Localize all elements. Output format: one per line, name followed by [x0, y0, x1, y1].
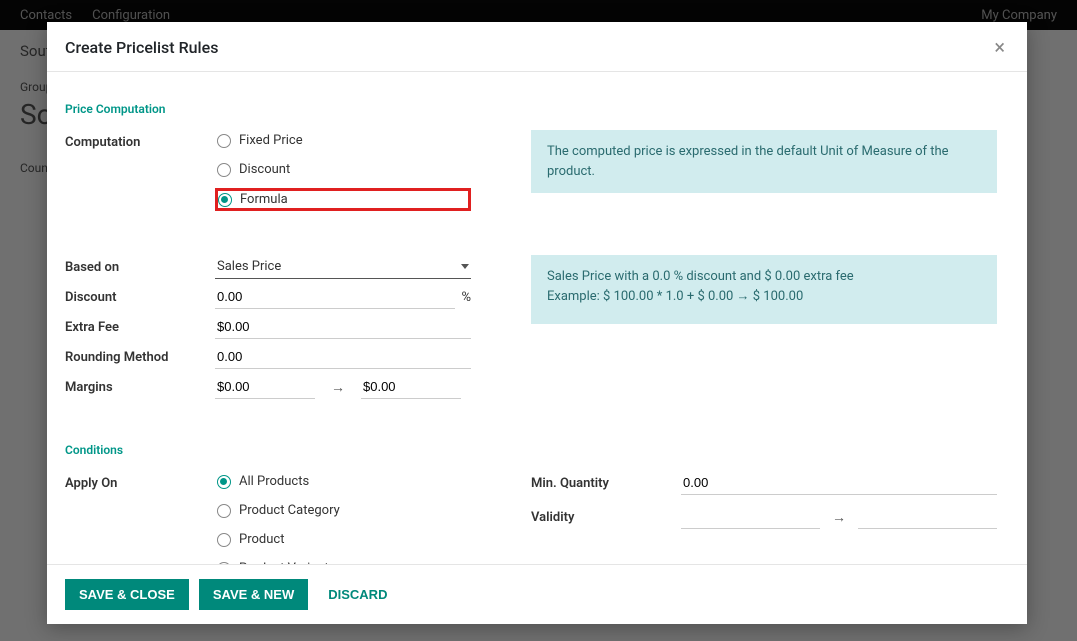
arrow-right-icon: →	[331, 379, 345, 396]
apply-on-radio-group: All Products Product Category Product	[215, 471, 471, 564]
modal-body: Price Computation Computation Fixed Pric…	[47, 72, 1027, 564]
arrow-right-icon: →	[832, 509, 846, 526]
modal-footer: SAVE & CLOSE SAVE & NEW DISCARD	[47, 564, 1027, 624]
close-icon[interactable]: ×	[990, 37, 1009, 57]
validity-end-input[interactable]	[858, 505, 997, 529]
computation-radio-group: Fixed Price Discount Formula	[215, 130, 471, 211]
based-on-value: Sales Price	[217, 259, 281, 274]
section-conditions: Conditions	[65, 443, 997, 457]
radio-formula[interactable]: Formula	[215, 188, 471, 211]
radio-product[interactable]: Product	[215, 529, 471, 550]
radio-label-category: Product Category	[239, 503, 340, 518]
discard-button[interactable]: DISCARD	[318, 579, 397, 610]
apply-on-label: Apply On	[65, 471, 215, 491]
info-formula-line1: Sales Price with a 0.0 % discount and $ …	[547, 267, 981, 287]
chevron-down-icon	[461, 264, 469, 269]
based-on-label: Based on	[65, 255, 215, 275]
radio-label-variant: Product Variant	[239, 561, 329, 564]
rounding-label: Rounding Method	[65, 345, 215, 365]
min-qty-label: Min. Quantity	[531, 476, 681, 491]
modal-title: Create Pricelist Rules	[65, 38, 218, 57]
margin-min-input[interactable]	[215, 375, 315, 399]
radio-label-fixed: Fixed Price	[239, 133, 303, 148]
validity-label: Validity	[531, 510, 681, 525]
section-price-computation: Price Computation	[65, 102, 997, 116]
info-formula-line2: Example: $ 100.00 * 1.0 + $ 0.00 → $ 100…	[547, 287, 981, 307]
radio-icon	[217, 163, 231, 177]
discount-label: Discount	[65, 285, 215, 305]
radio-icon	[217, 475, 231, 489]
save-close-button[interactable]: SAVE & CLOSE	[65, 579, 189, 610]
radio-icon	[217, 134, 231, 148]
info-computation: The computed price is expressed in the d…	[531, 130, 997, 193]
margins-label: Margins	[65, 375, 215, 395]
radio-product-category[interactable]: Product Category	[215, 500, 471, 521]
radio-label-product: Product	[239, 532, 284, 547]
based-on-select[interactable]: Sales Price	[215, 255, 471, 279]
radio-icon	[217, 562, 231, 565]
radio-all-products[interactable]: All Products	[215, 471, 471, 492]
computation-label: Computation	[65, 130, 215, 150]
rounding-input[interactable]	[215, 345, 471, 369]
discount-input[interactable]	[215, 285, 455, 309]
extra-fee-input[interactable]	[215, 315, 471, 339]
radio-product-variant[interactable]: Product Variant	[215, 558, 471, 564]
radio-label-discount: Discount	[239, 162, 290, 177]
radio-icon	[218, 193, 232, 207]
radio-label-all: All Products	[239, 474, 309, 489]
discount-suffix: %	[461, 290, 471, 305]
radio-fixed-price[interactable]: Fixed Price	[215, 130, 471, 151]
min-qty-input[interactable]	[681, 471, 997, 495]
radio-discount[interactable]: Discount	[215, 159, 471, 180]
margin-max-input[interactable]	[361, 375, 461, 399]
save-new-button[interactable]: SAVE & NEW	[199, 579, 308, 610]
radio-icon	[217, 504, 231, 518]
extra-fee-label: Extra Fee	[65, 315, 215, 335]
info-formula: Sales Price with a 0.0 % discount and $ …	[531, 255, 997, 324]
radio-label-formula: Formula	[240, 192, 288, 207]
create-pricelist-modal: Create Pricelist Rules × Price Computati…	[47, 22, 1027, 624]
modal-header: Create Pricelist Rules ×	[47, 22, 1027, 72]
radio-icon	[217, 533, 231, 547]
validity-start-input[interactable]	[681, 505, 820, 529]
